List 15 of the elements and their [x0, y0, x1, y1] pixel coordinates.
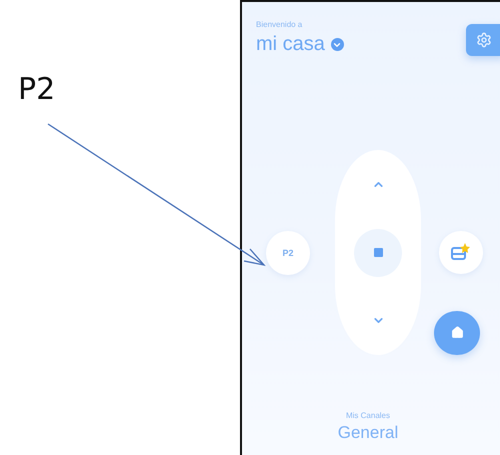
- channels-caption: Mis Canales: [346, 411, 390, 420]
- settings-button[interactable]: [466, 24, 500, 56]
- preset-button[interactable]: P2: [266, 230, 310, 274]
- dropdown-button[interactable]: [330, 38, 344, 51]
- home-name: mi casa: [256, 33, 325, 56]
- home-icon: [450, 326, 464, 340]
- channel-name: General: [338, 423, 398, 443]
- greeting-text: Bienvenido a: [256, 20, 304, 29]
- favorite-channel-button[interactable]: [439, 231, 483, 274]
- stop-button[interactable]: [354, 228, 402, 276]
- stop-icon: [374, 248, 382, 257]
- settings-icon: [476, 32, 492, 48]
- home-button[interactable]: [434, 310, 480, 355]
- screen-star-icon: [451, 243, 471, 262]
- annotation-label: P2: [18, 72, 56, 107]
